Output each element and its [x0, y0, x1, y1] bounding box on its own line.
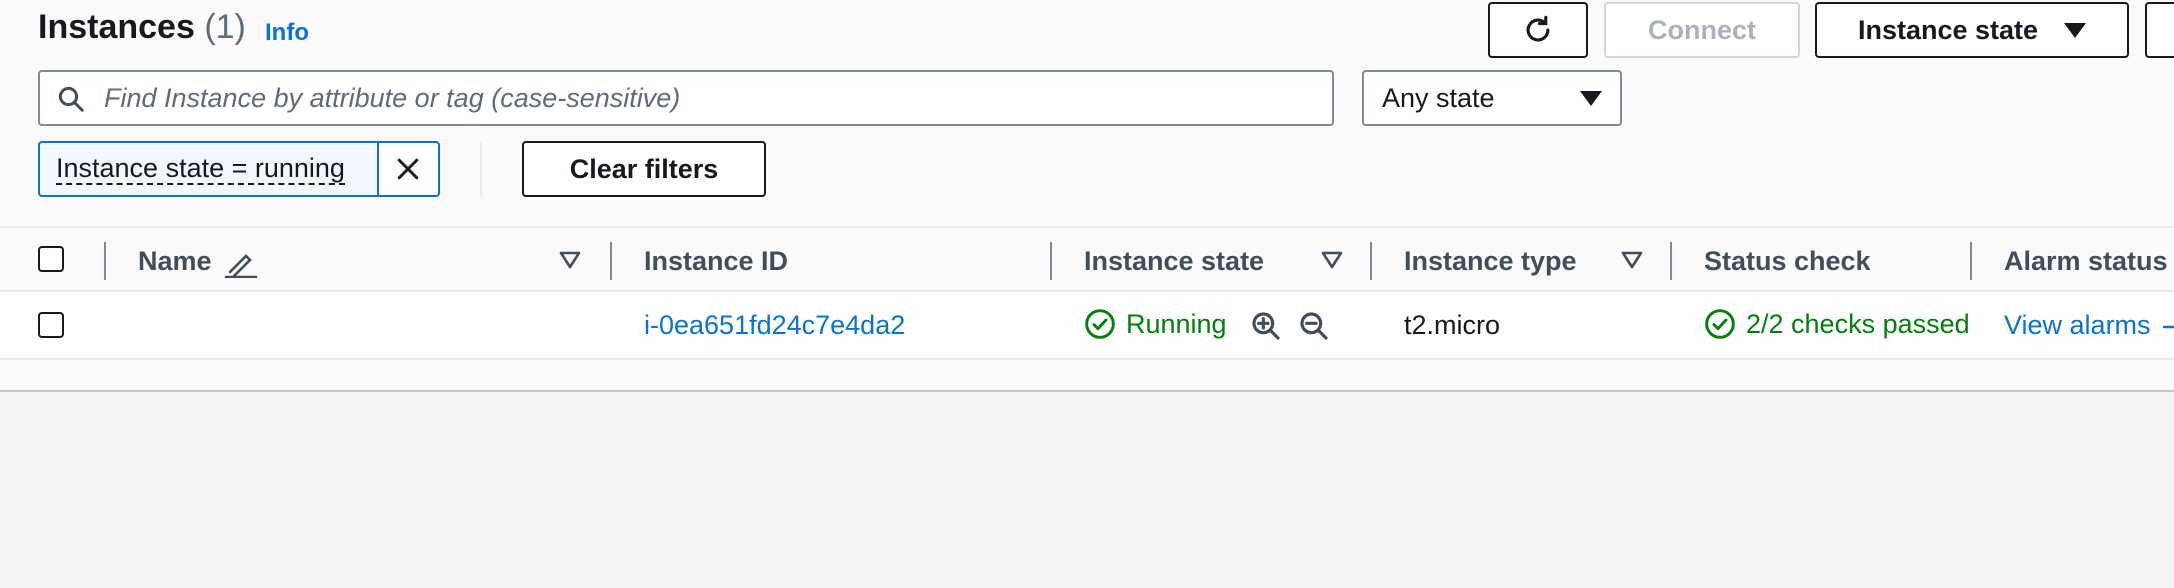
- sort-icon[interactable]: [1620, 250, 1644, 270]
- clear-filters-button[interactable]: Clear filters: [522, 141, 766, 197]
- column-header-status-check[interactable]: Status check: [1704, 246, 1871, 277]
- cell-status-check: 2/2 checks passed: [1704, 308, 1970, 340]
- table-header: Name Instance ID Instance state Instance…: [0, 226, 2174, 292]
- page-background: [0, 392, 2174, 588]
- column-separator: [104, 242, 106, 280]
- connect-button[interactable]: Connect: [1604, 2, 1800, 58]
- sort-icon[interactable]: [1320, 250, 1344, 270]
- instance-state-button[interactable]: Instance state: [1815, 2, 2129, 58]
- state-select-value: Any state: [1382, 82, 1495, 113]
- filter-token-text: Instance state = running: [56, 153, 345, 185]
- zoom-in-icon[interactable]: [1250, 310, 1282, 342]
- column-header-alarm-status[interactable]: Alarm status: [2004, 246, 2168, 277]
- instance-state-button-label: Instance state: [1857, 14, 2039, 45]
- check-circle-icon: [1705, 309, 1735, 339]
- instance-state-text: Running: [1126, 308, 1227, 339]
- caret-down-icon: [1580, 90, 1602, 106]
- edit-icon: [224, 254, 258, 278]
- table-row[interactable]: i-0ea651fd24c7e4da2 Running t2.micro 2/2…: [0, 292, 2174, 360]
- select-all-checkbox[interactable]: [38, 246, 64, 272]
- title-text: Instances: [38, 8, 195, 46]
- instance-id-link[interactable]: i-0ea651fd24c7e4da2: [644, 310, 905, 341]
- column-header-name[interactable]: Name: [138, 246, 212, 277]
- filter-token: Instance state = running: [38, 141, 440, 197]
- search-icon: [58, 86, 84, 112]
- view-alarms-link[interactable]: View alarms: [2004, 310, 2151, 341]
- instances-panel: Instances (1) Info Connect Instance stat…: [0, 0, 2174, 392]
- search-box: [38, 70, 1334, 126]
- check-circle-icon: [1085, 309, 1115, 339]
- filter-token-label[interactable]: Instance state = running: [40, 143, 377, 195]
- refresh-icon: [1526, 15, 1550, 42]
- zoom-out-icon[interactable]: [1298, 310, 1330, 342]
- row-checkbox[interactable]: [38, 312, 64, 338]
- column-separator: [610, 242, 612, 280]
- instance-count: (1): [204, 8, 246, 46]
- column-header-instance-type[interactable]: Instance type: [1404, 246, 1577, 277]
- filter-divider: [480, 142, 482, 196]
- state-select[interactable]: Any state: [1362, 70, 1622, 126]
- actions-button[interactable]: [2145, 2, 2174, 58]
- column-separator: [1050, 242, 1052, 280]
- column-separator: [1970, 242, 1972, 280]
- column-header-name-label: Name: [138, 246, 212, 276]
- refresh-button[interactable]: [1488, 2, 1588, 58]
- info-link[interactable]: Info: [265, 19, 309, 47]
- status-check-text: 2/2 checks passed: [1746, 308, 1970, 339]
- column-header-instance-state[interactable]: Instance state: [1084, 246, 1264, 277]
- column-header-instance-id[interactable]: Instance ID: [644, 246, 788, 277]
- caret-down-icon: [2064, 22, 2087, 38]
- search-input[interactable]: [104, 82, 1304, 114]
- page-title: Instances (1): [38, 8, 246, 47]
- column-separator: [1670, 242, 1672, 280]
- sort-icon[interactable]: [558, 250, 582, 270]
- cell-instance-type: t2.micro: [1404, 310, 1501, 340]
- remove-filter-button[interactable]: [376, 143, 438, 195]
- cell-instance-state: Running: [1084, 308, 1227, 340]
- column-separator: [1370, 242, 1372, 280]
- plus-icon[interactable]: [2160, 318, 2174, 336]
- close-icon: [398, 158, 419, 180]
